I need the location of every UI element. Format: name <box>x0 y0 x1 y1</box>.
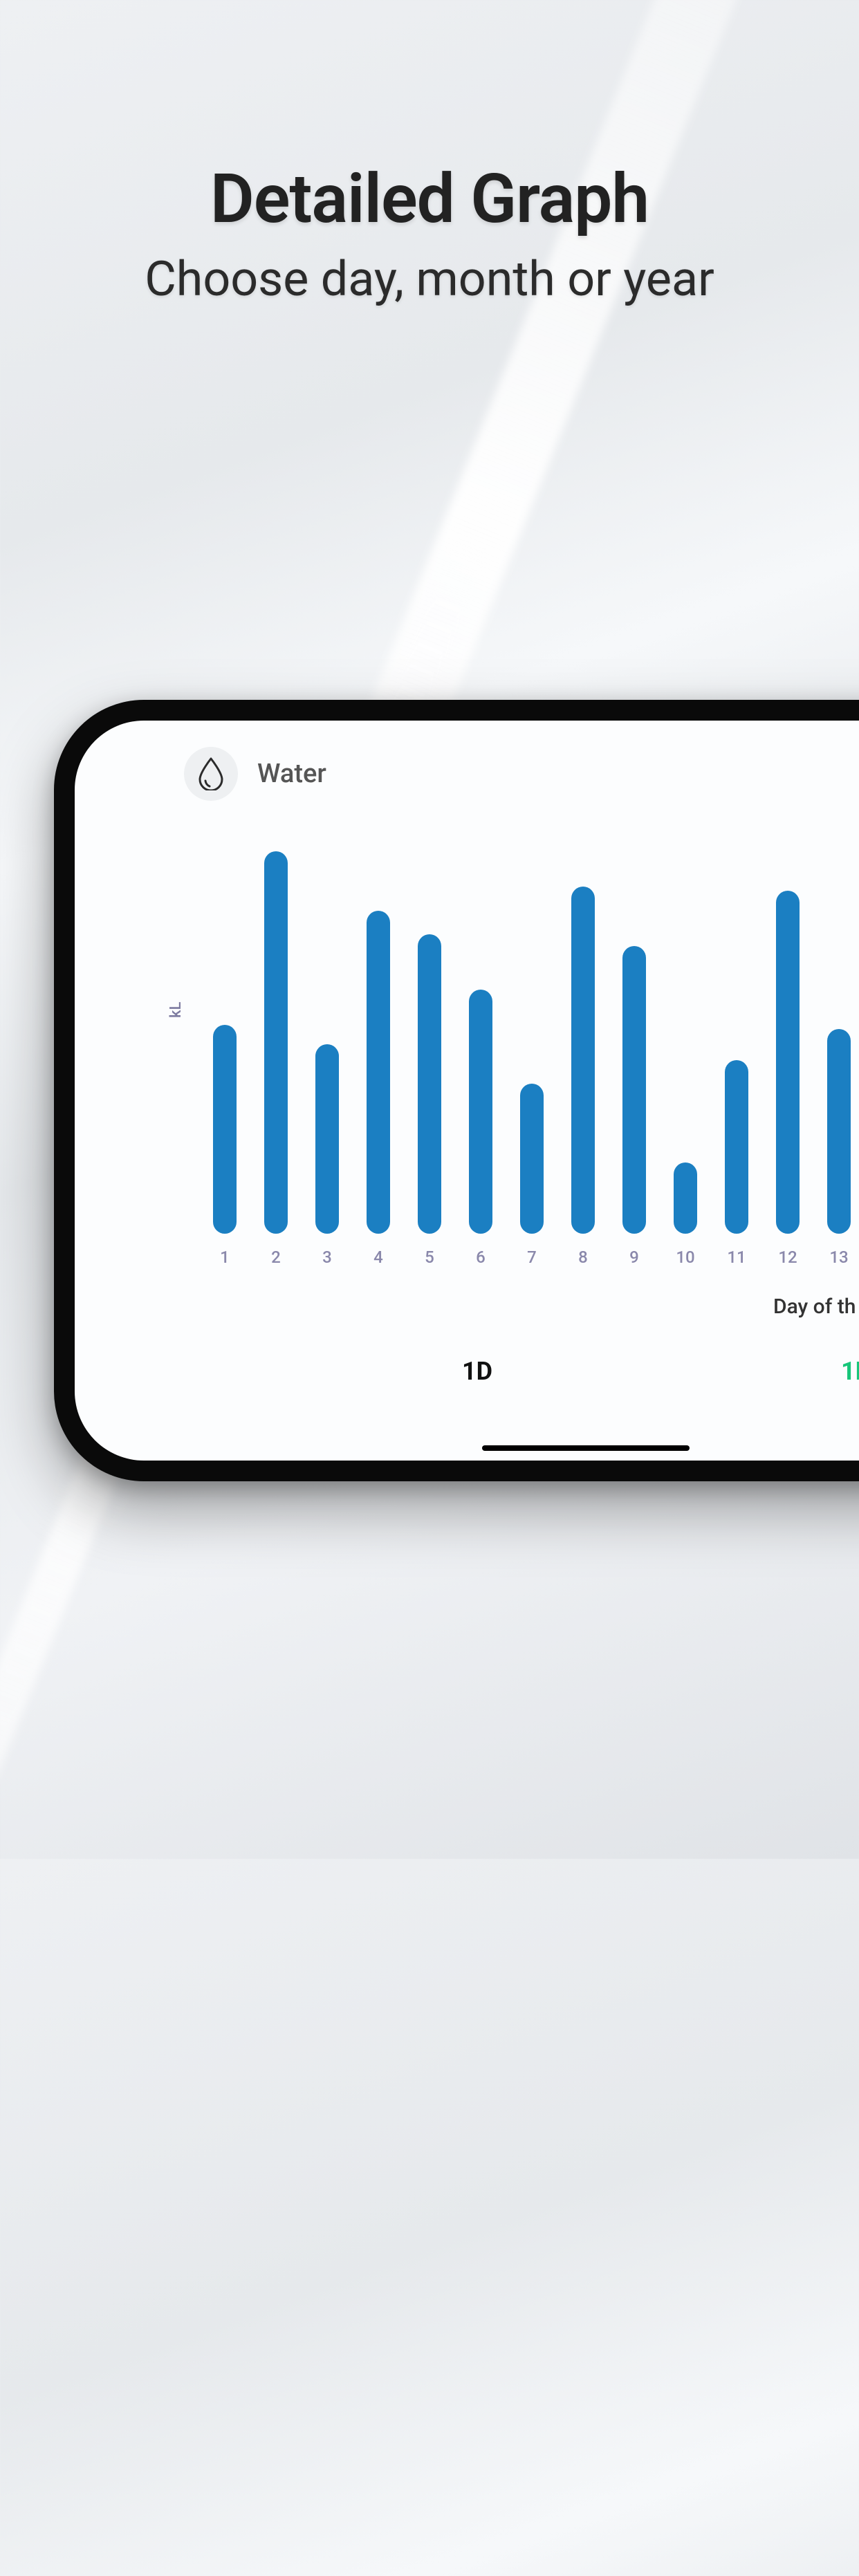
x-tick-label: 6 <box>455 1248 506 1267</box>
bar[interactable] <box>469 990 492 1234</box>
bar[interactable] <box>264 851 288 1234</box>
bar[interactable] <box>776 891 800 1234</box>
bar[interactable] <box>674 1162 697 1234</box>
page-subtitle: Choose day, month or year <box>0 251 859 308</box>
bar-column <box>353 911 404 1234</box>
x-tick-label: 9 <box>609 1248 660 1267</box>
y-axis-label: kL <box>167 1002 185 1018</box>
chart-card-header: Water <box>184 747 326 801</box>
bar[interactable] <box>315 1044 339 1234</box>
phone-frame: Water kL 12345678910111213 Day of th 1D … <box>54 700 859 1481</box>
bar-column <box>609 946 660 1234</box>
bar[interactable] <box>418 934 441 1234</box>
bar[interactable] <box>213 1025 237 1234</box>
x-tick-label: 5 <box>404 1248 455 1267</box>
bar-column <box>455 990 506 1234</box>
x-tick-label: 13 <box>813 1248 859 1267</box>
x-tick-label: 12 <box>762 1248 813 1267</box>
bar-column <box>762 891 813 1234</box>
bar[interactable] <box>622 946 646 1234</box>
x-tick-label: 10 <box>660 1248 711 1267</box>
bar-column <box>199 1025 250 1234</box>
x-axis-tick-labels: 12345678910111213 <box>199 1248 859 1267</box>
hero-text: Detailed Graph Choose day, month or year <box>0 159 859 308</box>
bar-column <box>506 1084 557 1234</box>
bar[interactable] <box>827 1029 851 1234</box>
bar-column <box>711 1060 762 1234</box>
chart-title-label: Water <box>257 759 326 789</box>
x-tick-label: 2 <box>250 1248 302 1267</box>
bar-column <box>250 851 302 1234</box>
bar[interactable] <box>571 887 595 1234</box>
water-drop-icon <box>184 747 238 801</box>
x-tick-label: 4 <box>353 1248 404 1267</box>
x-tick-label: 8 <box>557 1248 609 1267</box>
home-indicator <box>482 1445 690 1451</box>
bar[interactable] <box>367 911 390 1234</box>
x-tick-label: 11 <box>711 1248 762 1267</box>
x-axis-title: Day of th <box>773 1295 856 1319</box>
x-tick-label: 3 <box>302 1248 353 1267</box>
range-tab-1d[interactable]: 1D <box>462 1357 492 1386</box>
bar-column <box>404 934 455 1234</box>
phone-screen: Water kL 12345678910111213 Day of th 1D … <box>75 721 859 1461</box>
x-tick-label: 1 <box>199 1248 250 1267</box>
bar-column <box>660 1162 711 1234</box>
x-tick-label: 7 <box>506 1248 557 1267</box>
bar-chart: kL 12345678910111213 <box>178 810 859 1267</box>
bar-container <box>199 810 859 1234</box>
water-drop-icon-svg <box>197 757 225 790</box>
bar-column <box>557 887 609 1234</box>
bar-column <box>302 1044 353 1234</box>
bar[interactable] <box>725 1060 748 1234</box>
bar[interactable] <box>520 1084 544 1234</box>
bar-column <box>813 1029 859 1234</box>
range-tab-1m[interactable]: 1M <box>841 1357 859 1386</box>
page-title: Detailed Graph <box>0 159 859 239</box>
